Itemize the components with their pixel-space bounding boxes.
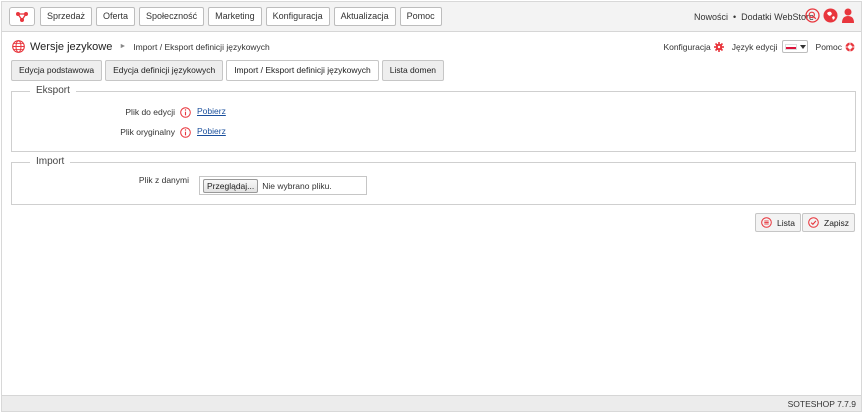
- download-edit-file-link[interactable]: Pobierz: [197, 106, 226, 116]
- menu-sprzedaz[interactable]: Sprzedaż: [40, 7, 93, 26]
- news-link[interactable]: Nowości: [694, 12, 728, 22]
- menu-konfiguracja[interactable]: Konfiguracja: [265, 7, 330, 26]
- top-links: Nowości • Dodatki WebStore: [694, 12, 814, 22]
- breadcrumb: Wersje jezykowe ► Import / Eksport defin…: [12, 40, 270, 53]
- file-status-text: Nie wybrano pliku.: [262, 180, 332, 191]
- help-link[interactable]: Pomoc: [816, 42, 842, 52]
- version-label: SOTESHOP 7.7.9: [787, 399, 856, 409]
- export-legend: Eksport: [30, 85, 76, 96]
- list-button-label: Lista: [777, 217, 795, 228]
- webstore-addons-link[interactable]: Dodatki WebStore: [741, 12, 814, 22]
- top-icons: [805, 8, 855, 23]
- help-lifebuoy-icon[interactable]: [845, 42, 855, 52]
- breadcrumb-current: Import / Eksport definicji językowych: [133, 41, 270, 52]
- info-icon[interactable]: [180, 107, 191, 118]
- edit-file-label: Plik do edycji: [125, 107, 175, 117]
- search-icon[interactable]: [805, 8, 820, 23]
- tab-language-definitions[interactable]: Edycja definicji językowych: [105, 60, 224, 81]
- menu-spolecznosc[interactable]: Społeczność: [139, 7, 205, 26]
- language-label: Język edycji: [731, 41, 778, 52]
- language-select[interactable]: [781, 40, 808, 53]
- save-button-label: Zapisz: [824, 217, 850, 228]
- page-tools: Konfiguracja Język edycji Pomoc: [663, 40, 855, 53]
- tab-basic-edit[interactable]: Edycja podstawowa: [11, 60, 103, 81]
- tab-import-export[interactable]: Import / Eksport definicji językowych: [226, 60, 379, 81]
- download-original-file-link[interactable]: Pobierz: [197, 126, 226, 136]
- breadcrumb-separator: ►: [119, 43, 127, 50]
- info-icon[interactable]: [180, 127, 191, 138]
- menu-pomoc[interactable]: Pomoc: [399, 7, 442, 26]
- list-button[interactable]: Lista: [755, 213, 801, 232]
- page-title[interactable]: Wersje jezykowe: [30, 41, 112, 53]
- gear-icon[interactable]: [713, 41, 724, 52]
- globe-outline-icon: [12, 40, 25, 53]
- footer: SOTESHOP 7.7.9: [2, 395, 861, 411]
- tab-bar: Edycja podstawowa Edycja definicji język…: [11, 60, 445, 81]
- original-file-label: Plik oryginalny: [120, 127, 175, 137]
- data-file-label: Plik z danymi: [138, 175, 189, 185]
- data-file-input[interactable]: Przeglądaj... Nie wybrano pliku.: [199, 176, 367, 195]
- import-section: Import Plik z danymi Przeglądaj... Nie w…: [11, 156, 856, 205]
- top-navigation-bar: Sprzedaż Oferta Społeczność Marketing Ko…: [2, 2, 861, 32]
- checkmark-icon: [808, 217, 819, 228]
- import-legend: Import: [30, 156, 71, 167]
- separator-dot: •: [732, 12, 737, 22]
- save-button[interactable]: Zapisz: [802, 213, 856, 232]
- menu-marketing[interactable]: Marketing: [208, 7, 262, 26]
- tab-domain-list[interactable]: Lista domen: [381, 60, 445, 81]
- export-section: Eksport Plik do edycji Pobierz Plik oryg…: [11, 85, 856, 152]
- list-icon: [761, 217, 772, 228]
- user-icon[interactable]: [841, 8, 855, 23]
- chevron-down-icon: [799, 44, 806, 49]
- menu-aktualizacja[interactable]: Aktualizacja: [333, 7, 396, 26]
- globe-icon[interactable]: [823, 8, 838, 23]
- browse-button[interactable]: Przeglądaj...: [203, 178, 259, 193]
- config-link[interactable]: Konfiguracja: [663, 42, 710, 52]
- logo-icon: [16, 11, 28, 22]
- menu-oferta[interactable]: Oferta: [96, 7, 136, 26]
- main-menu: Sprzedaż Oferta Społeczność Marketing Ko…: [40, 7, 442, 26]
- app-frame: Sprzedaż Oferta Społeczność Marketing Ko…: [1, 1, 862, 412]
- flag-poland-icon: [784, 43, 797, 50]
- logo-button[interactable]: [9, 7, 35, 26]
